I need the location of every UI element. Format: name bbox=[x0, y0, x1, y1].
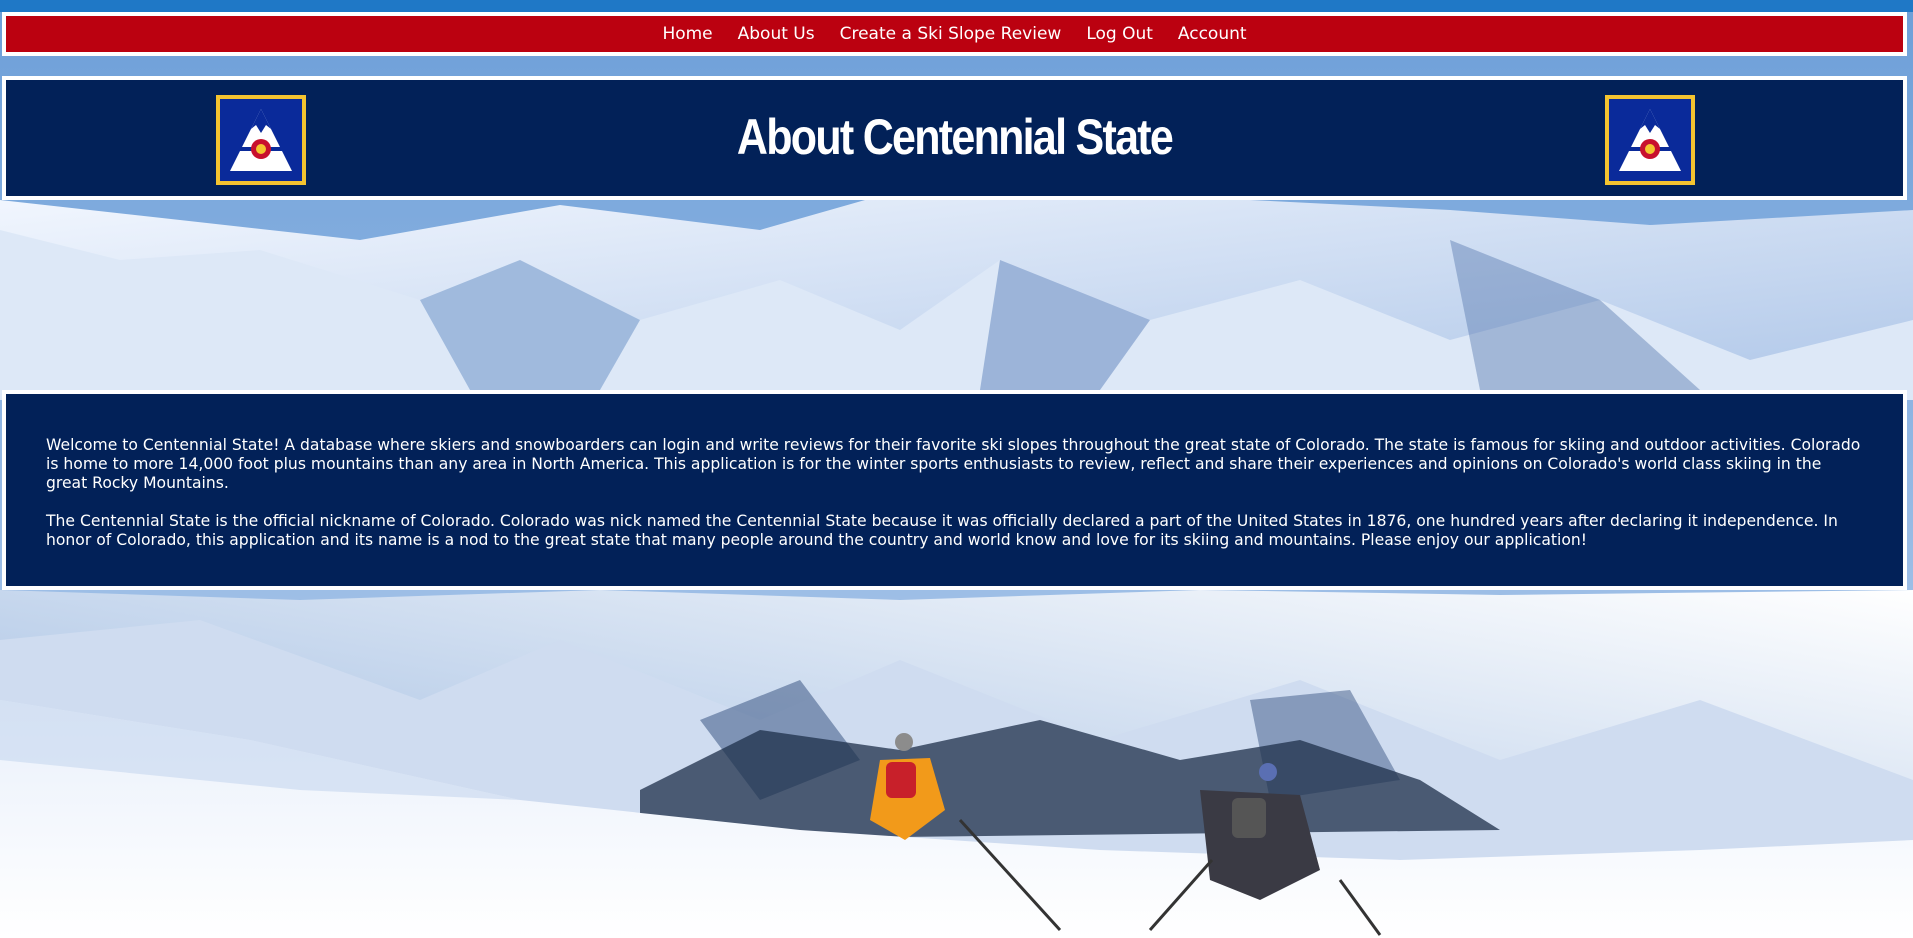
nav-link-about-us[interactable]: About Us bbox=[738, 24, 815, 44]
top-accent-strip bbox=[0, 0, 1913, 12]
about-section: Welcome to Centennial State! A database … bbox=[2, 390, 1907, 590]
nav-link-account[interactable]: Account bbox=[1178, 24, 1247, 44]
colorado-mountain-logo-icon bbox=[1605, 95, 1695, 185]
nav-link-create-review[interactable]: Create a Ski Slope Review bbox=[840, 24, 1062, 44]
about-paragraph-1: Welcome to Centennial State! A database … bbox=[46, 436, 1861, 492]
page-banner: About Centennial State bbox=[2, 76, 1907, 200]
nav-link-home[interactable]: Home bbox=[662, 24, 712, 44]
nav-link-log-out[interactable]: Log Out bbox=[1086, 24, 1153, 44]
page-title: About Centennial State bbox=[736, 109, 1174, 165]
banner-panel: About Centennial State bbox=[6, 80, 1903, 196]
main-navigation: Home About Us Create a Ski Slope Review … bbox=[2, 12, 1907, 56]
about-paragraph-2: The Centennial State is the official nic… bbox=[46, 512, 1838, 549]
about-panel: Welcome to Centennial State! A database … bbox=[6, 394, 1903, 586]
navigation-bar: Home About Us Create a Ski Slope Review … bbox=[6, 16, 1903, 52]
